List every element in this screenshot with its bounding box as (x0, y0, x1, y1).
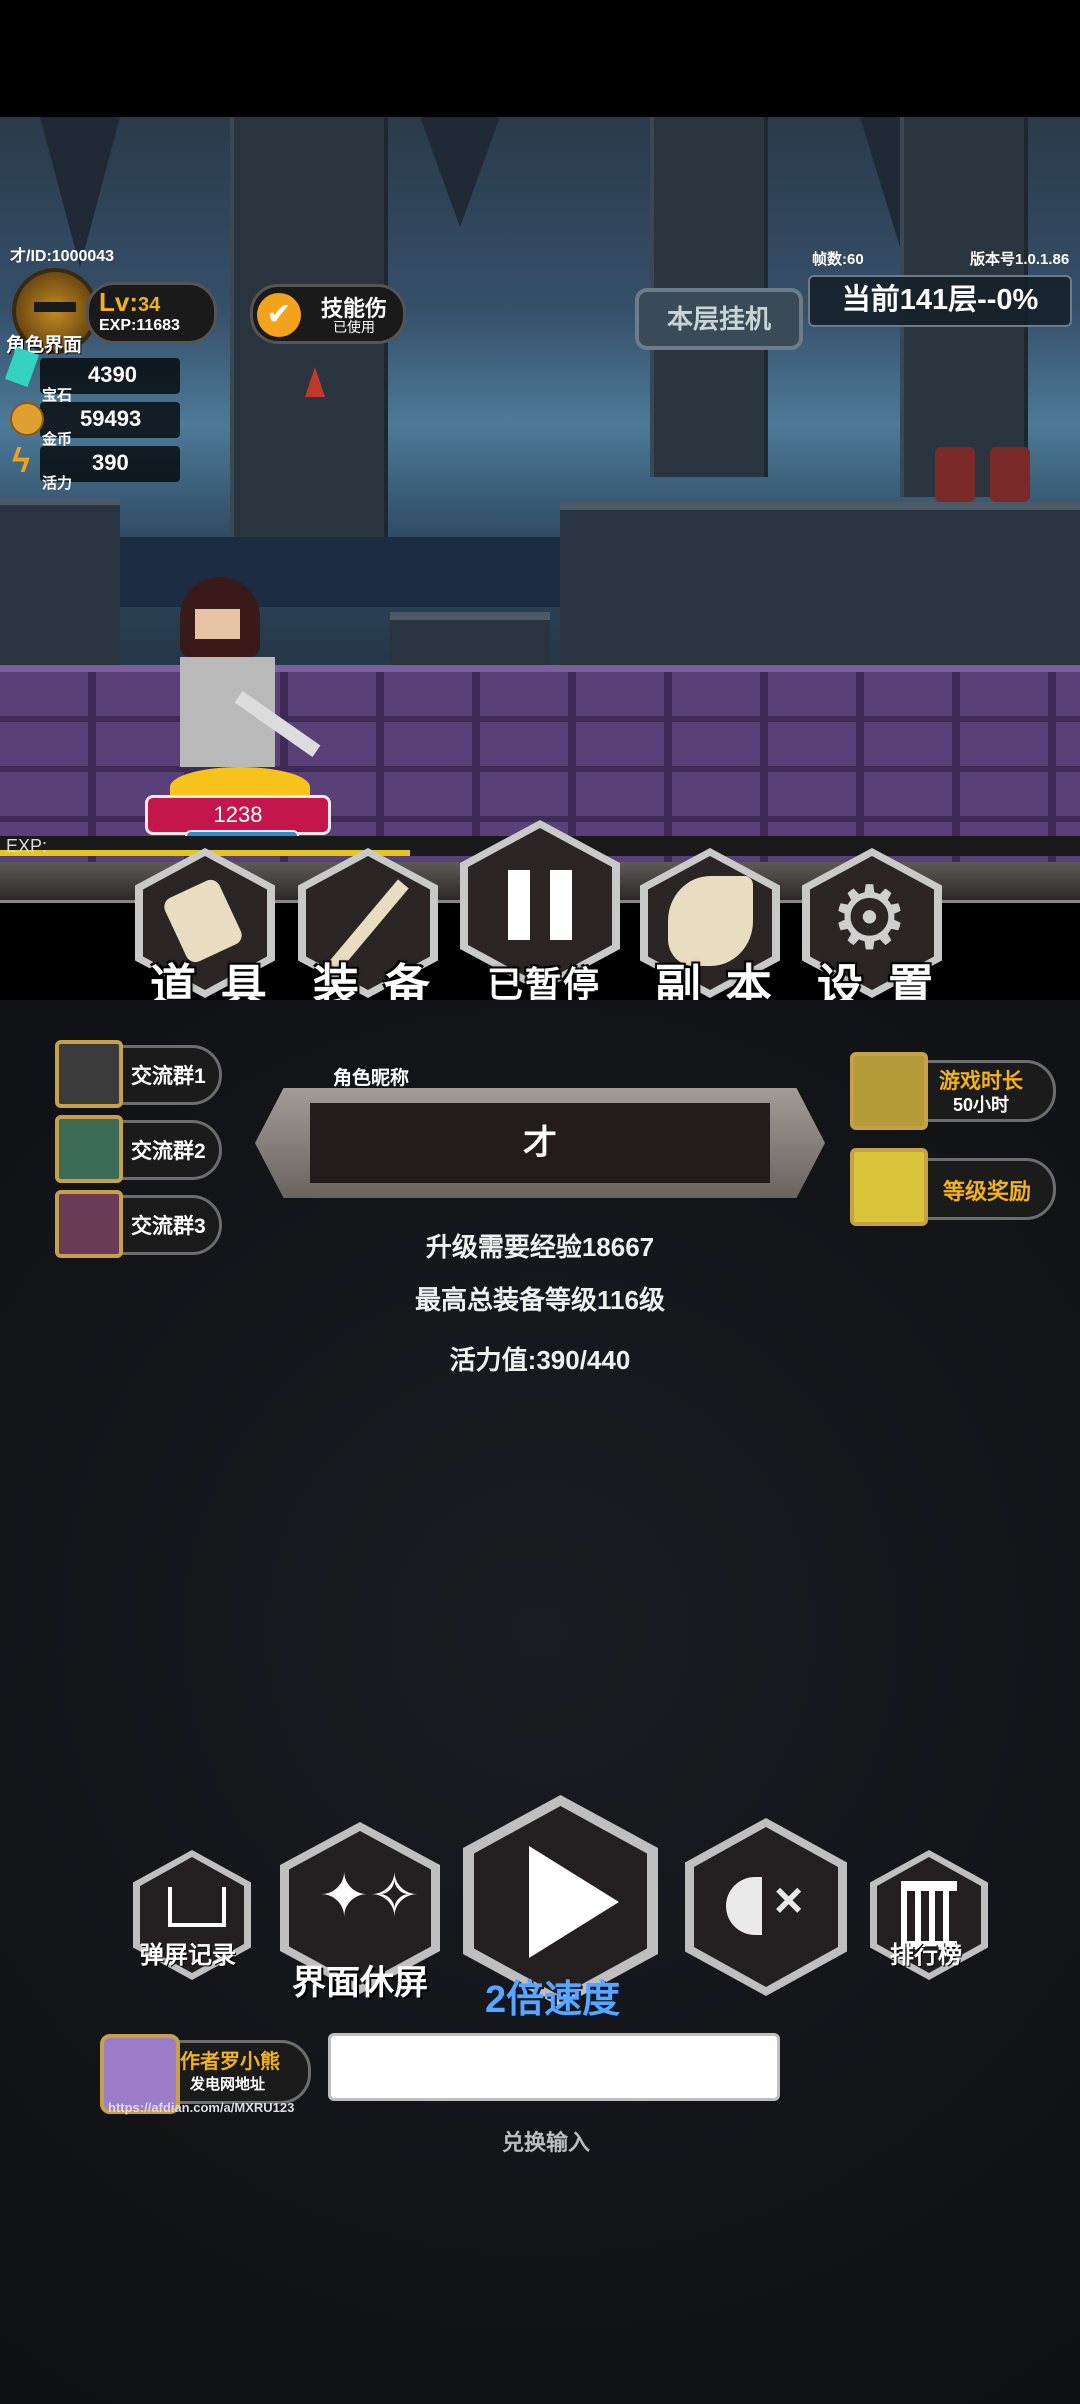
player-id: 才/ID:1000043 (10, 248, 115, 265)
play-icon (529, 1846, 619, 1958)
level-reward-label: 等级奖励 (943, 1179, 1032, 1204)
danmaku-record-label: 弹屏记录 (140, 1942, 236, 1969)
group-1-label: 交流群1 (131, 1065, 206, 1088)
gold-value: 59493 (80, 406, 142, 431)
stalactite (420, 117, 500, 227)
author-name: 作者罗小熊 (180, 2051, 280, 2073)
speed-label: 2倍速度 (485, 1979, 621, 2021)
version-display: 版本号1.0.1.86 (970, 251, 1070, 268)
nickname-field[interactable]: 才 (310, 1103, 770, 1183)
exp-bar-label: EXP: (6, 836, 48, 856)
mute-icon (726, 1877, 762, 1935)
level-panel: Lv:34 EXP:11683 (86, 282, 217, 344)
level-prefix: Lv: (99, 287, 138, 317)
redeem-input[interactable] (328, 2033, 780, 2101)
rock-ledge (560, 502, 1080, 690)
floor-idle-button[interactable]: 本层挂机 (635, 288, 803, 350)
level-display: Lv:34 (99, 287, 160, 318)
max-equip-level-text: 最高总装备等级116级 (415, 1285, 665, 1315)
torch (305, 367, 325, 397)
exp-value: EXP:11683 (99, 317, 180, 334)
lightning-icon: ϟ (12, 442, 30, 480)
hp-value: 1238 (213, 802, 263, 827)
helmet-visor-icon (34, 302, 76, 312)
upgrade-exp-text: 升级需要经验18667 (425, 1232, 655, 1262)
knight-avatar-icon (55, 1115, 123, 1183)
level-value: 34 (138, 294, 161, 316)
gold-resource: 59493 金币 (10, 402, 180, 448)
fps-display: 帧数:60 (812, 251, 864, 268)
ranking-label: 排行榜 (890, 1942, 962, 1969)
screen-rest-label: 界面休屏 (292, 1964, 428, 2002)
pause-icon (508, 870, 530, 940)
pause-icon-bar (550, 870, 572, 940)
hourglass-icon (850, 1052, 928, 1130)
barrel (935, 447, 975, 502)
hp-bar: 1238 (145, 795, 331, 835)
knight-avatar-icon (55, 1040, 123, 1108)
helmet-icon (850, 1148, 928, 1226)
floor-progress-text: 当前141层--0% (841, 284, 1039, 316)
hero-face (195, 609, 240, 639)
group-2-label: 交流群2 (131, 1140, 206, 1163)
playtime-value: 50小时 (953, 1095, 1010, 1115)
book-icon (168, 1887, 226, 1927)
gems-value: 4390 (88, 362, 137, 387)
redeem-label: 兑换输入 (502, 2130, 591, 2155)
vitality-resource: ϟ 390 活力 (12, 442, 180, 492)
vitality-value: 390 (92, 450, 129, 475)
vitality-value-text: 活力值:390/440 (449, 1345, 631, 1375)
game-scene: 1238 172 (0, 117, 1080, 887)
author-url[interactable]: https://afdian.com/a/MXRU123 (108, 2100, 294, 2115)
close-icon: × (774, 1872, 804, 1928)
sparkles-icon: ✦✧ (319, 1862, 420, 1929)
check-icon: ✔ (257, 293, 301, 337)
skill-damage-button[interactable]: ✔ 技能伤 已使用 (250, 284, 406, 344)
vitality-label: 活力 (42, 475, 73, 492)
author-sub: 发电网地址 (190, 2076, 266, 2093)
gems-resource: 4390 宝石 (4, 346, 180, 404)
floor-progress: 当前141层--0% (808, 275, 1072, 327)
nickname-value: 才 (523, 1124, 557, 1162)
coin-icon (10, 402, 44, 436)
nickname-title: 角色昵称 (333, 1068, 410, 1089)
floor-idle-label: 本层挂机 (666, 304, 771, 334)
barrel (990, 447, 1030, 502)
skill-damage-sub: 已使用 (333, 319, 375, 335)
